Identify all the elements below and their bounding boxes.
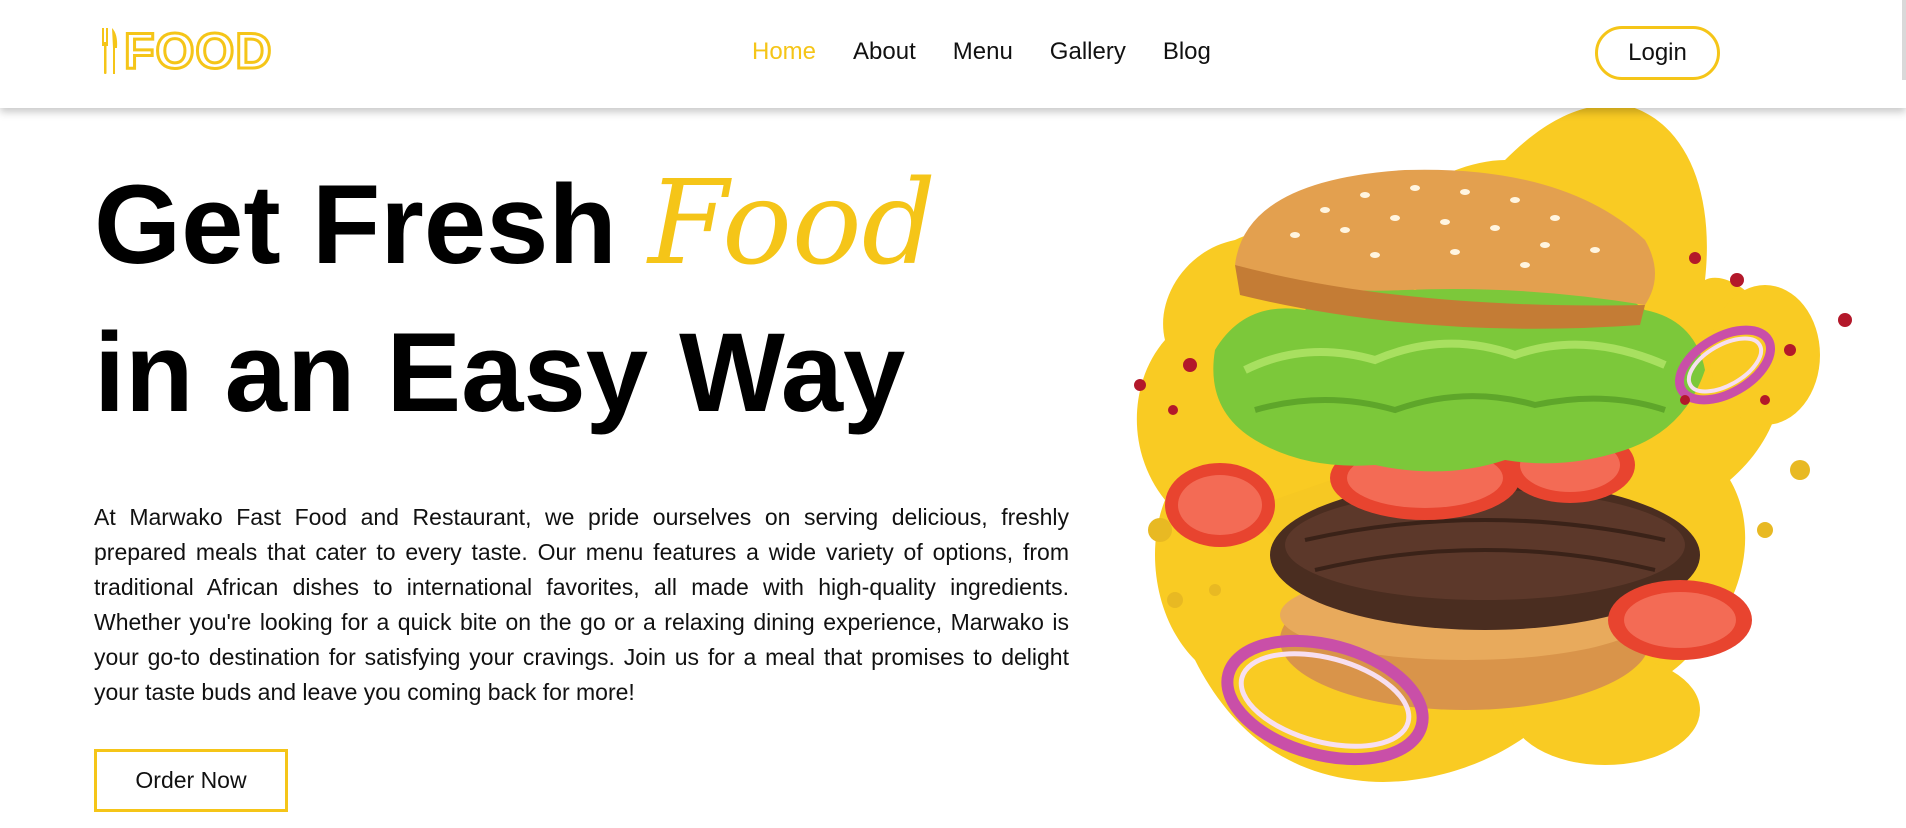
hero-description: At Marwako Fast Food and Restaurant, we … [94,504,1069,705]
nav-home[interactable]: Home [752,37,816,67]
main-nav: Home About Menu Gallery Blog [752,37,1248,67]
login-button[interactable]: Login [1595,26,1720,80]
headline-part1: Get Fresh [94,162,648,287]
burger-illustration [1134,104,1852,782]
nav-about[interactable]: About [853,37,916,67]
navbar: FOOD Home About Menu Gallery Blog Login [0,0,1906,108]
hero-headline: Get Fresh Food in an Easy Way [94,150,936,447]
fork-knife-icon [102,28,118,74]
scrollbar[interactable] [1902,0,1906,80]
logo-text: FOOD [122,23,273,79]
headline-accent: Food [647,156,937,291]
nav-gallery[interactable]: Gallery [1050,37,1126,67]
nav-blog[interactable]: Blog [1163,37,1211,67]
logo[interactable]: FOOD [100,23,273,79]
order-now-button[interactable]: Order Now [94,749,288,812]
headline-part2: in an Easy Way [94,310,906,435]
nav-menu[interactable]: Menu [953,37,1013,67]
